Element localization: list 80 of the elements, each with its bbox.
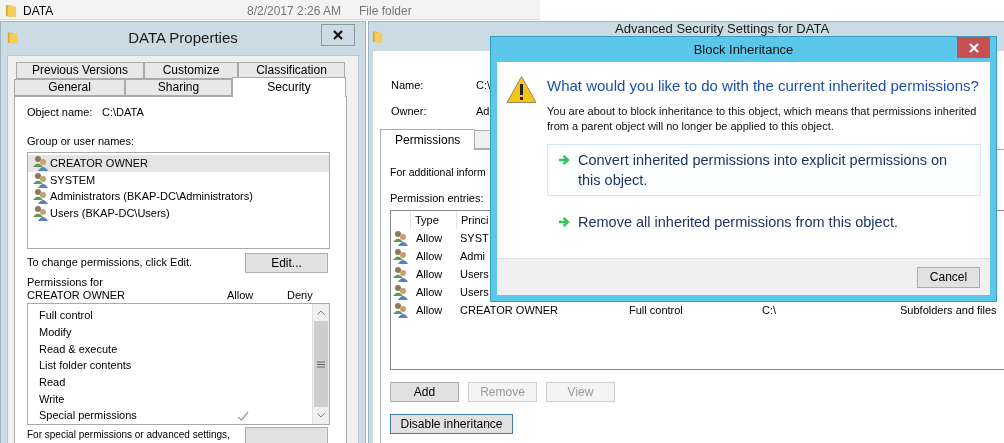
file-date: 8/2/2017 2:26 AM (247, 2, 343, 20)
close-icon (333, 30, 343, 40)
table-cell-text: Admi (459, 248, 487, 264)
permission-name: Read & execute (38, 341, 119, 357)
command-link[interactable]: Remove all inherited permissions from this object. (547, 206, 981, 238)
tab[interactable]: General (14, 79, 125, 96)
users-icon (391, 266, 411, 282)
group-item[interactable]: CREATOR OWNER (28, 155, 329, 172)
window-title: Advanced Security Settings for DATA (615, 22, 830, 36)
tab[interactable]: Security (232, 77, 346, 97)
users-icon (391, 230, 411, 246)
close-button[interactable] (321, 24, 355, 46)
column-header[interactable]: Type (411, 211, 457, 229)
table-cell-text: Full control (629, 302, 684, 318)
folder-icon (5, 3, 18, 18)
command-link[interactable]: Convert inherited permissions into explicit permissions on this object. (547, 144, 981, 196)
warning-icon (506, 75, 537, 104)
dialog-heading: What would you like to do with the current inherited permissions? (547, 76, 980, 96)
users-icon (33, 188, 49, 205)
owner-value: Ad (476, 103, 490, 119)
users-icon (391, 284, 411, 300)
users-icon (33, 155, 49, 172)
table-cell-text: Allow (415, 266, 444, 282)
allow-header: Allow (227, 289, 255, 302)
tab[interactable]: Customize (144, 62, 238, 79)
table-cell-text: Allow (415, 284, 444, 300)
group-item[interactable]: Users (BKAP-DC\Users) (28, 204, 329, 221)
table-cell-text: SYST (459, 230, 490, 246)
file-type: File folder (359, 2, 412, 20)
edit-button[interactable]: Edit... (245, 253, 328, 273)
action-button[interactable]: Add (390, 382, 459, 402)
scrollbar[interactable] (312, 304, 329, 424)
table-cell-text: Allow (415, 248, 444, 264)
window-title: DATA Properties (128, 28, 238, 49)
dialog-description: You are about to block inheritance to this object, which means that permissions inherited from a parent object will no longer be applied to this object. (547, 104, 978, 134)
permission-name: Full control (38, 308, 94, 324)
folder-icon (372, 29, 384, 44)
dialog-title: Block Inheritance (693, 40, 794, 59)
name-value: C:\ (476, 77, 491, 93)
close-icon (968, 42, 979, 53)
name-label: Name: (391, 77, 425, 93)
users-icon (391, 302, 411, 318)
advanced-settings-hint: For special permissions or advanced settings, (27, 428, 231, 442)
permissions-for-label: Permissions for CREATOR OWNER (27, 276, 126, 302)
arrow-icon (558, 154, 572, 168)
permission-name: Read (38, 375, 67, 390)
table-cell-text: Allow (415, 230, 444, 246)
advanced-button[interactable] (245, 427, 328, 443)
table-cell-text: Allow (415, 302, 444, 318)
table-cell-text: Users (459, 284, 490, 300)
permission-name: Write (38, 391, 66, 407)
table-cell-text: C:\ (762, 302, 778, 318)
permission-name: List folder contents (38, 358, 133, 374)
info-text: For additional inform (390, 165, 486, 180)
permission-name: Special permissions (38, 408, 138, 424)
users-icon (391, 248, 411, 264)
disable-inheritance-button[interactable]: Disable inheritance (390, 414, 513, 434)
file-name: DATA (23, 2, 55, 20)
table-cell-text: Users (459, 266, 490, 282)
permission-name: Modify (38, 324, 73, 340)
object-name-label: Object name: (27, 104, 94, 120)
users-icon (33, 204, 49, 221)
object-name-value: C:\DATA (102, 104, 144, 120)
table-cell-text: Subfolders and files (900, 302, 997, 318)
folder-icon (7, 30, 19, 45)
change-permissions-hint: To change permissions, click Edit. (27, 255, 194, 270)
cancel-button[interactable]: Cancel (917, 266, 980, 288)
users-icon (33, 171, 49, 188)
groups-label: Group or user names: (27, 134, 135, 149)
table-cell-text: CREATOR OWNER (459, 302, 559, 318)
tab[interactable]: Permissions (380, 129, 476, 150)
arrow-icon (558, 216, 572, 230)
permission-entries-label: Permission entries: (390, 191, 484, 206)
owner-label: Owner: (391, 103, 428, 119)
tab[interactable]: Previous Versions (16, 62, 144, 79)
group-item[interactable]: SYSTEM (28, 171, 329, 188)
scroll-thumb[interactable] (314, 321, 328, 407)
deny-header: Deny (287, 289, 313, 302)
tab[interactable]: Sharing (125, 79, 232, 96)
group-item[interactable]: Administrators (BKAP-DC\Administrators) (28, 188, 329, 205)
